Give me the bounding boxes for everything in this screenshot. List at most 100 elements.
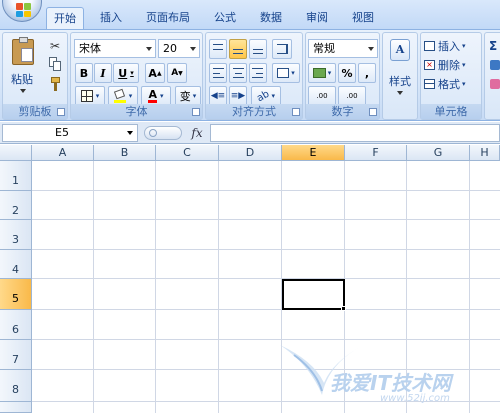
shrink-font-button[interactable]: A ▼	[167, 63, 187, 83]
increase-decimal-label: .00	[316, 92, 328, 100]
wrap-text-button[interactable]	[272, 39, 292, 59]
font-size-combo[interactable]: 20	[158, 39, 200, 58]
column-header-h[interactable]: H	[470, 145, 500, 161]
font-launcher-icon[interactable]	[192, 108, 200, 116]
cells-group: 插入 ▾ × 删除 ▾ 格式 ▾ 单元格	[420, 32, 482, 120]
tab-home[interactable]: 开始	[46, 7, 84, 30]
alignment-group-label: 对齐方式	[206, 104, 302, 119]
grow-font-glyph: A	[148, 66, 157, 80]
number-format-value: 常规	[313, 42, 335, 55]
insert-button[interactable]: 插入 ▾	[424, 37, 482, 54]
fill-icon[interactable]	[490, 60, 500, 70]
column-header-e[interactable]: E	[282, 145, 345, 161]
gridline	[93, 161, 94, 413]
align-right-button[interactable]	[249, 63, 267, 83]
fill-color-button[interactable]: ▾	[108, 86, 138, 106]
underline-glyph: U	[118, 66, 128, 80]
increase-indent-button[interactable]: ≡▶	[229, 86, 247, 106]
format-painter-icon[interactable]	[49, 77, 61, 91]
gridline	[32, 249, 500, 250]
grow-font-button[interactable]: A ▲	[145, 63, 165, 83]
insert-cells-icon	[424, 40, 435, 51]
comma-button[interactable]: ,	[358, 63, 376, 83]
font-name-combo[interactable]: 宋体	[74, 39, 156, 58]
styles-icon: A	[390, 39, 410, 61]
row-header-2[interactable]: 2	[0, 191, 32, 220]
name-box-dropdown-icon[interactable]	[127, 131, 133, 135]
formula-bar-splitter[interactable]	[144, 126, 182, 140]
underline-button[interactable]: U ▾	[113, 63, 139, 83]
name-box[interactable]: E5	[2, 124, 138, 142]
gridline	[32, 278, 500, 279]
row-header-6[interactable]: 6	[0, 310, 32, 340]
decrease-indent-button[interactable]: ◀≡	[209, 86, 227, 106]
format-button[interactable]: 格式 ▾	[424, 75, 482, 92]
styles-group: A 样式	[382, 32, 418, 120]
autosum-icon[interactable]: Σ	[489, 39, 497, 53]
orientation-button[interactable]: ab ▾	[251, 86, 281, 106]
row-header-3[interactable]: 3	[0, 220, 32, 250]
number-launcher-icon[interactable]	[369, 108, 377, 116]
clipboard-group: 粘贴 ✂ 剪贴板	[2, 32, 68, 120]
formula-bar: E5 fx	[0, 122, 500, 144]
font-group: 宋体 20 B I U ▾ A ▲ A ▼ ▾ ▾ A ▾ 变 ▾ 字体	[70, 32, 203, 120]
column-header-f[interactable]: F	[345, 145, 407, 161]
formula-input[interactable]	[210, 124, 500, 142]
number-format-combo[interactable]: 常规	[308, 39, 378, 58]
insert-function-button[interactable]: fx	[186, 124, 208, 142]
merge-icon	[277, 68, 290, 78]
active-cell-e5[interactable]	[282, 279, 345, 310]
cut-icon[interactable]: ✂	[48, 39, 62, 53]
tab-formulas[interactable]: 公式	[206, 7, 244, 29]
shrink-font-glyph: A	[171, 68, 179, 78]
tab-page-layout[interactable]: 页面布局	[138, 7, 198, 29]
column-header-g[interactable]: G	[407, 145, 470, 161]
merge-center-button[interactable]: ▾	[272, 63, 300, 83]
align-bottom-button[interactable]	[249, 39, 267, 59]
borders-button[interactable]: ▾	[75, 86, 105, 106]
currency-button[interactable]: ▾	[308, 63, 336, 83]
watermark: 我爱IT技术网 www.52ij.com	[270, 325, 500, 413]
fill-handle[interactable]	[341, 306, 346, 311]
row-header-1[interactable]: 1	[0, 161, 32, 191]
font-name-value: 宋体	[79, 42, 101, 55]
tab-insert[interactable]: 插入	[92, 7, 130, 29]
phonetic-glyph: 变	[179, 90, 191, 103]
align-top-button[interactable]	[209, 39, 227, 59]
align-left-button[interactable]	[209, 63, 227, 83]
select-all-corner[interactable]	[0, 145, 32, 161]
bold-button[interactable]: B	[75, 63, 93, 83]
clear-icon[interactable]	[490, 79, 500, 89]
column-header-b[interactable]: B	[94, 145, 156, 161]
decrease-decimal-button[interactable]: .00	[338, 86, 366, 106]
clipboard-launcher-icon[interactable]	[57, 108, 65, 116]
tab-view[interactable]: 视图	[344, 7, 382, 29]
tab-data[interactable]: 数据	[252, 7, 290, 29]
currency-icon	[312, 68, 326, 78]
row-header-5[interactable]: 5	[0, 279, 32, 310]
styles-button[interactable]: A 样式	[385, 37, 415, 101]
font-color-button[interactable]: A ▾	[141, 86, 171, 106]
column-header-c[interactable]: C	[156, 145, 219, 161]
editing-group: Σ	[484, 32, 500, 120]
column-header-a[interactable]: A	[32, 145, 94, 161]
alignment-launcher-icon[interactable]	[292, 108, 300, 116]
column-header-d[interactable]: D	[219, 145, 282, 161]
percent-button[interactable]: %	[338, 63, 356, 83]
row-header-9[interactable]	[0, 402, 32, 413]
tab-review[interactable]: 审阅	[298, 7, 336, 29]
delete-button[interactable]: × 删除 ▾	[424, 56, 482, 73]
italic-button[interactable]: I	[94, 63, 112, 83]
increase-decimal-button[interactable]: .00	[308, 86, 336, 106]
office-button[interactable]	[2, 0, 42, 22]
copy-icon[interactable]	[49, 57, 61, 71]
align-middle-button[interactable]	[229, 39, 247, 59]
row-header-8[interactable]: 8	[0, 370, 32, 402]
row-header-4[interactable]: 4	[0, 250, 32, 279]
row-header-7[interactable]: 7	[0, 340, 32, 370]
phonetic-button[interactable]: 变 ▾	[175, 86, 201, 106]
paste-button[interactable]: 粘贴	[5, 35, 39, 95]
gridline	[32, 190, 500, 191]
align-center-button[interactable]	[229, 63, 247, 83]
decrease-decimal-label: .00	[346, 92, 358, 100]
